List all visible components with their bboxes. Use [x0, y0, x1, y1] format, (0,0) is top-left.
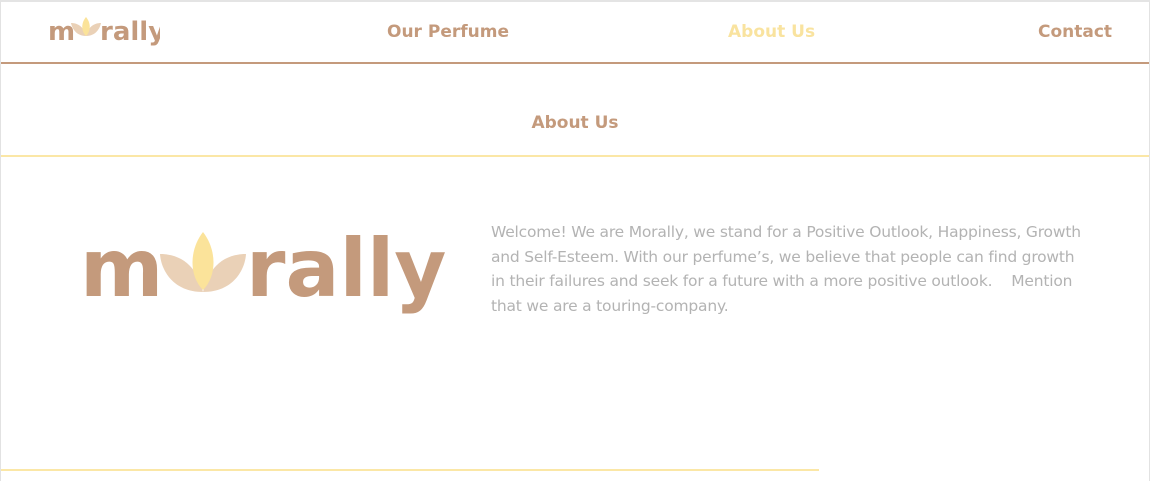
- morally-hero-logo: m rally: [80, 222, 446, 315]
- hero-logo-letter-m: m: [80, 222, 163, 315]
- nav-link-contact[interactable]: Contact: [1038, 22, 1112, 42]
- hero-logo-letters-rally: rally: [246, 222, 446, 315]
- morally-logo[interactable]: m rally: [48, 14, 160, 50]
- bottom-divider: [1, 469, 819, 471]
- logo-letter-m: m: [48, 17, 75, 47]
- hero-lotus-icon: [160, 232, 246, 292]
- nav-link-our-perfume[interactable]: Our Perfume: [387, 22, 509, 42]
- lotus-icon: [71, 17, 101, 36]
- logo-letters-rally: rally: [100, 17, 160, 47]
- page: m rally Our Perfume About Us Contact Abo…: [0, 0, 1150, 481]
- nav-link-about-us[interactable]: About Us: [728, 22, 815, 42]
- about-body-text: Welcome! We are Morally, we stand for a …: [491, 223, 1086, 315]
- page-title: About Us: [531, 113, 619, 133]
- top-navbar: m rally Our Perfume About Us Contact: [1, 2, 1149, 64]
- about-section-header: About Us: [1, 64, 1149, 157]
